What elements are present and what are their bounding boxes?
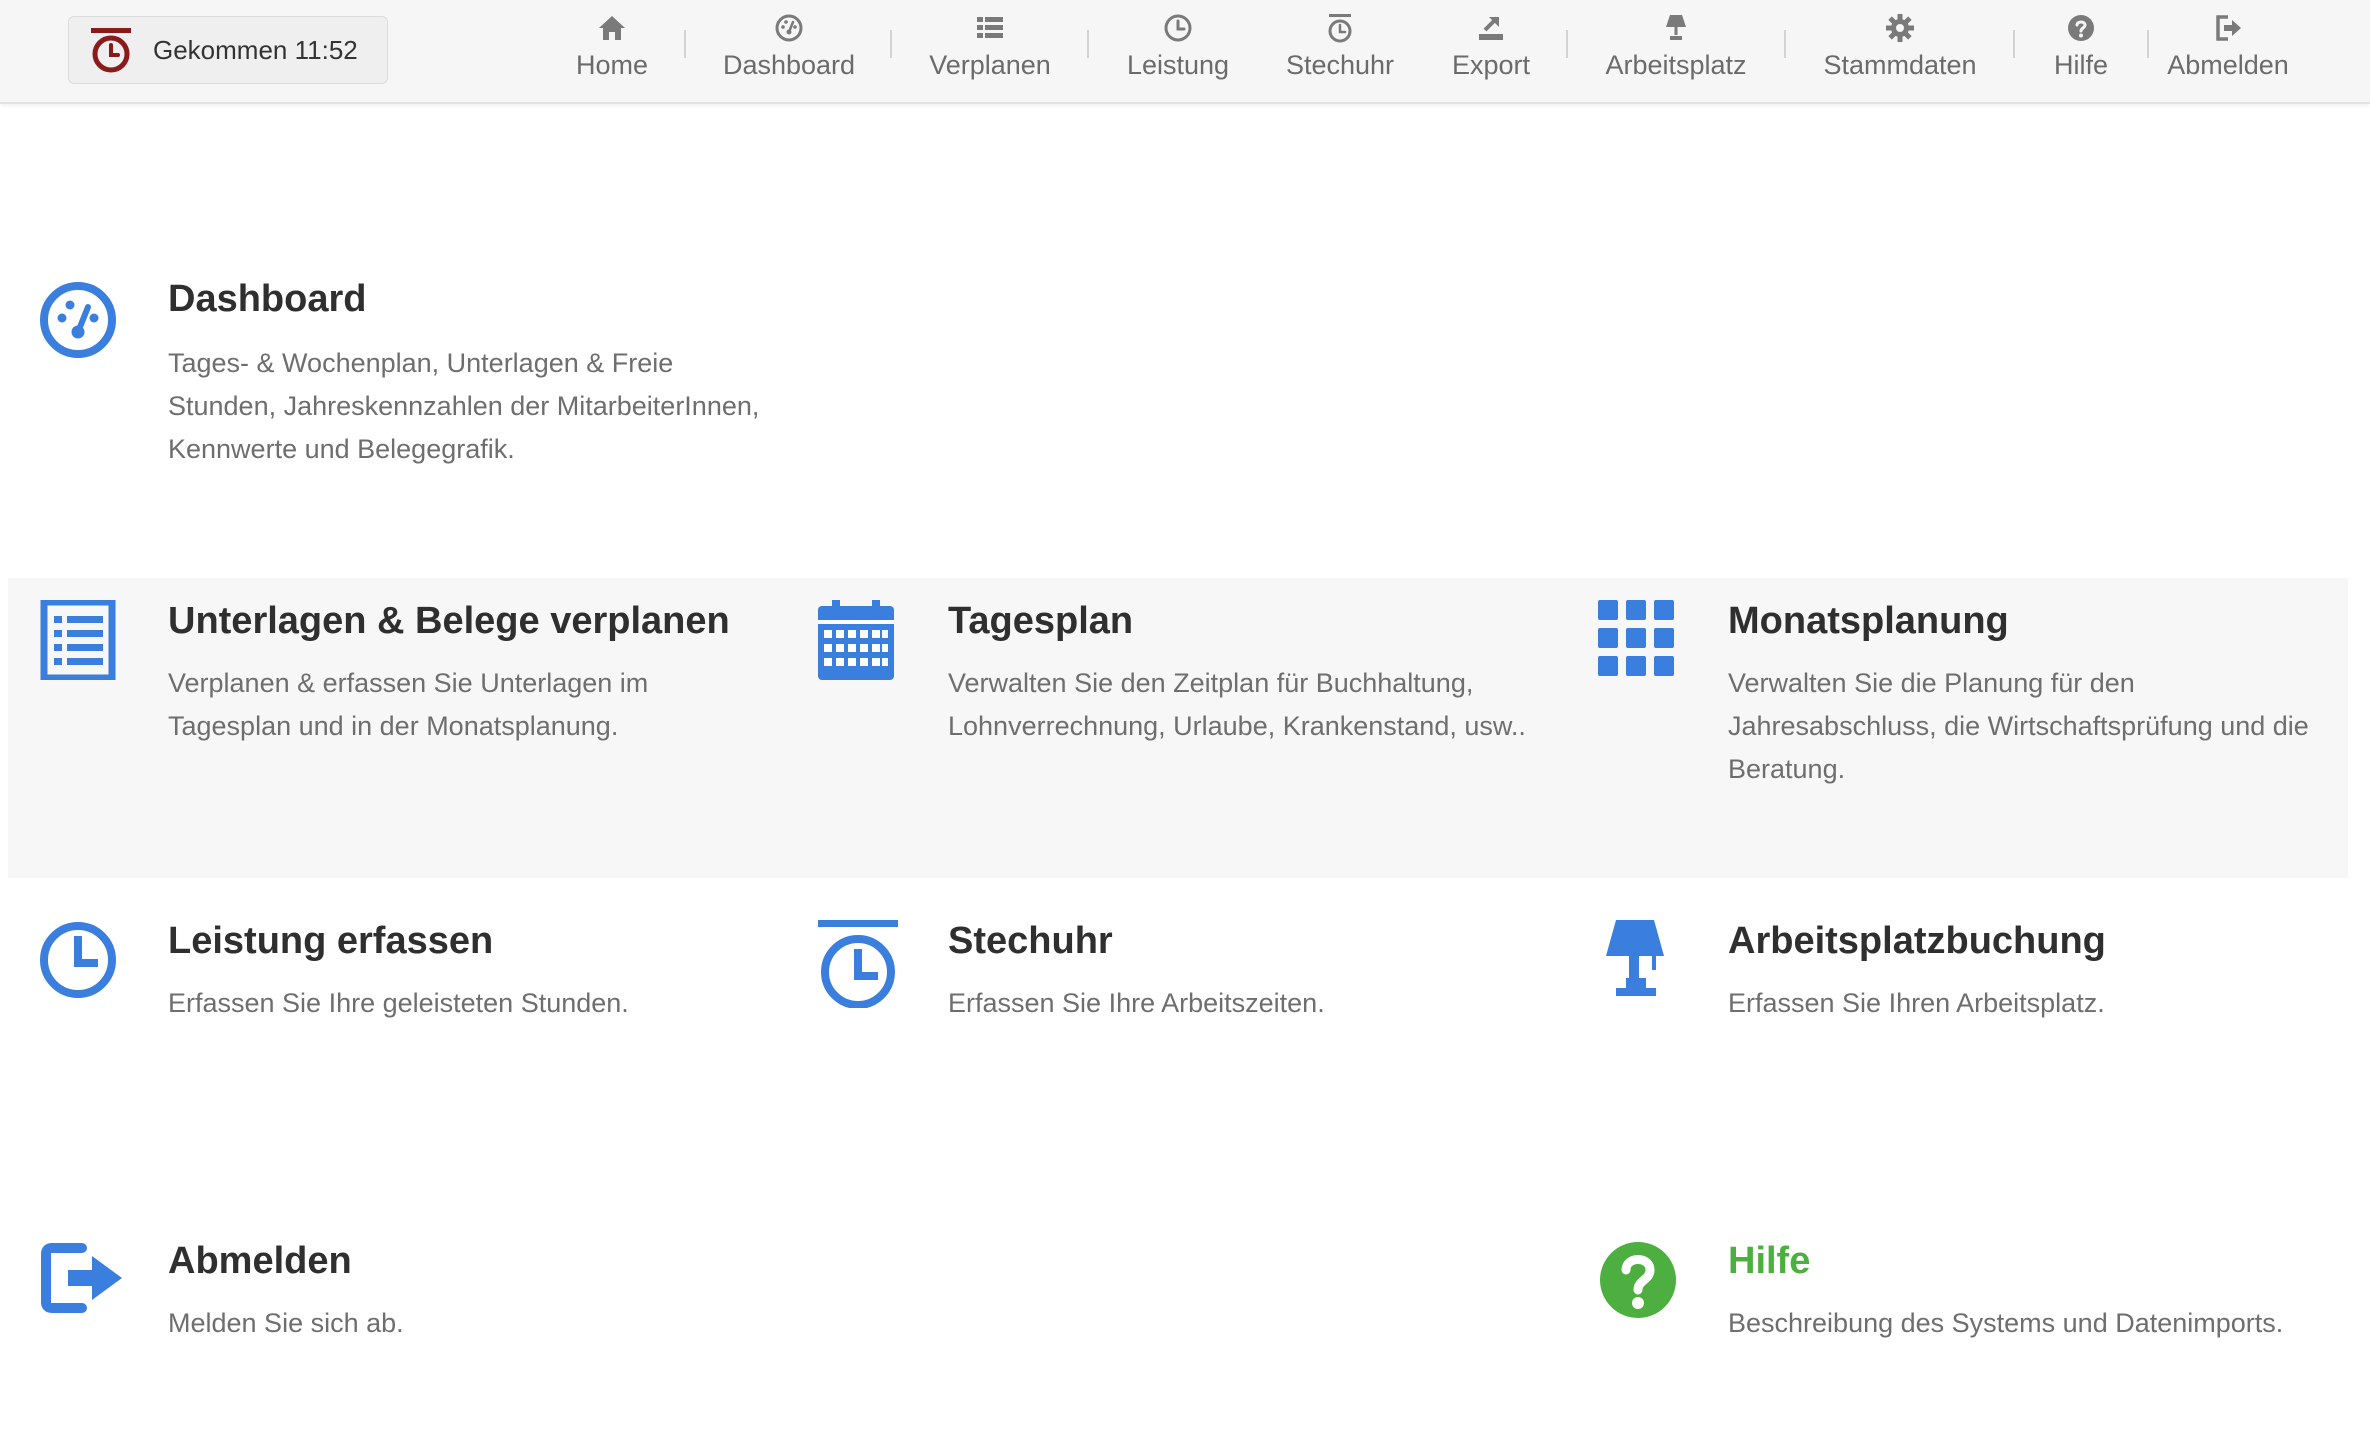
- tile-stechuhr-title: Stechuhr: [948, 920, 1113, 962]
- nav-separator: [1087, 30, 1089, 58]
- help-icon: [1600, 1242, 1676, 1318]
- lamp-icon: [1666, 15, 1686, 40]
- nav-separator: [2013, 30, 2015, 58]
- export-icon: [1479, 16, 1503, 40]
- home-icon: [599, 16, 625, 40]
- nav-separator: [1566, 30, 1568, 58]
- tile-arbeitsplatz-title: Arbeitsplatzbuchung: [1728, 920, 2106, 962]
- help-icon: [2068, 15, 2094, 41]
- nav-separator: [890, 30, 892, 58]
- nav-leistung[interactable]: Leistung: [1124, 10, 1232, 86]
- tile-stechuhr[interactable]: Stechuhr Erfassen Sie Ihre Arbeitszeiten…: [818, 920, 1558, 1060]
- clock-icon: [40, 922, 116, 998]
- nav-verplanen-label: Verplanen: [929, 50, 1051, 80]
- tile-tagesplan-description: Verwalten Sie den Zeitplan für Buchhaltu…: [948, 668, 1526, 741]
- tile-verplanen-title: Unterlagen & Belege verplanen: [168, 600, 730, 642]
- nav-separator: [2147, 30, 2149, 58]
- tile-arbeitsplatz[interactable]: Arbeitsplatzbuchung Erfassen Sie Ihren A…: [1598, 920, 2338, 1060]
- clock-in-status-button[interactable]: Gekommen 11:52: [68, 16, 388, 84]
- tile-tagesplan[interactable]: Tagesplan Verwalten Sie den Zeitplan für…: [818, 600, 1558, 800]
- tile-monatsplanung-title: Monatsplanung: [1728, 600, 2009, 642]
- tile-leistung-description: Erfassen Sie Ihre geleisteten Stunden.: [168, 988, 629, 1018]
- logout-icon: [41, 1243, 122, 1313]
- dashboard-icon: [775, 14, 803, 42]
- nav-stammdaten[interactable]: Stammdaten: [1822, 10, 1978, 86]
- nav-export-label: Export: [1451, 50, 1531, 80]
- nav-export[interactable]: Export: [1450, 10, 1532, 86]
- nav-stechuhr-label: Stechuhr: [1285, 50, 1395, 80]
- clock-in-status-label: Gekommen 11:52: [153, 34, 358, 65]
- list-icon: [977, 17, 1003, 38]
- nav-arbeitsplatz-label: Arbeitsplatz: [1605, 50, 1747, 80]
- nav-stammdaten-label: Stammdaten: [1823, 50, 1977, 80]
- tile-monatsplanung-description: Verwalten Sie die Planung für den Jahres…: [1728, 668, 2309, 784]
- calendar-icon: [818, 600, 894, 680]
- nav-separator: [1784, 30, 1786, 58]
- tile-abmelden-title: Abmelden: [168, 1240, 352, 1282]
- nav-arbeitsplatz[interactable]: Arbeitsplatz: [1602, 10, 1750, 86]
- tile-dashboard-description: Tages- & Wochenplan, Unterlagen & Freie …: [168, 348, 760, 464]
- nav-dashboard-label: Dashboard: [722, 50, 856, 80]
- grid-icon: [1598, 600, 1674, 676]
- nav-dashboard[interactable]: Dashboard: [722, 10, 856, 86]
- nav-hilfe[interactable]: Hilfe: [2048, 10, 2114, 86]
- tile-stechuhr-description: Erfassen Sie Ihre Arbeitszeiten.: [948, 988, 1325, 1018]
- nav-abmelden[interactable]: Abmelden: [2166, 10, 2290, 86]
- tile-hilfe-description: Beschreibung des Systems und Datenimport…: [1728, 1308, 2284, 1338]
- tile-monatsplanung[interactable]: Monatsplanung Verwalten Sie die Planung …: [1598, 600, 2338, 800]
- tile-leistung-title: Leistung erfassen: [168, 920, 494, 962]
- tile-tagesplan-title: Tagesplan: [948, 600, 1134, 642]
- nav-verplanen[interactable]: Verplanen: [927, 10, 1053, 86]
- tile-verplanen-description: Verplanen & erfassen Sie Unterlagen im T…: [168, 668, 649, 741]
- nav-home-label: Home: [575, 50, 649, 80]
- nav-hilfe-label: Hilfe: [2053, 50, 2108, 80]
- tile-verplanen[interactable]: Unterlagen & Belege verplanen Verplanen …: [38, 600, 778, 760]
- tile-hilfe[interactable]: Hilfe Beschreibung des Systems und Daten…: [1598, 1240, 2338, 1380]
- tile-abmelden-description: Melden Sie sich ab.: [168, 1308, 404, 1338]
- nav-separator: [684, 30, 686, 58]
- tile-dashboard-title: Dashboard: [168, 278, 367, 320]
- dashboard-icon: [40, 282, 116, 358]
- logout-icon: [2216, 15, 2241, 41]
- stopwatch-icon: [1328, 14, 1352, 43]
- tile-arbeitsplatz-description: Erfassen Sie Ihren Arbeitsplatz.: [1728, 988, 2105, 1018]
- tile-dashboard[interactable]: Dashboard Tages- & Wochenplan, Unterlage…: [38, 278, 778, 480]
- tile-abmelden[interactable]: Abmelden Melden Sie sich ab.: [38, 1240, 778, 1380]
- nav-home[interactable]: Home: [571, 10, 653, 86]
- nav-leistung-label: Leistung: [1126, 50, 1230, 80]
- tile-hilfe-title: Hilfe: [1728, 1240, 1811, 1282]
- stopwatch-icon: [91, 28, 131, 73]
- nav-abmelden-label: Abmelden: [2167, 50, 2289, 80]
- top-navigation-bar: Gekommen 11:52 Home Dashboard Verplanen: [0, 0, 2370, 104]
- lamp-icon: [1606, 920, 1664, 996]
- stopwatch-icon: [818, 920, 898, 1008]
- list-icon: [40, 600, 116, 680]
- gear-icon: [1886, 14, 1914, 42]
- tile-leistung[interactable]: Leistung erfassen Erfassen Sie Ihre gele…: [38, 920, 778, 1060]
- nav-stechuhr[interactable]: Stechuhr: [1284, 10, 1396, 86]
- clock-icon: [1164, 14, 1192, 42]
